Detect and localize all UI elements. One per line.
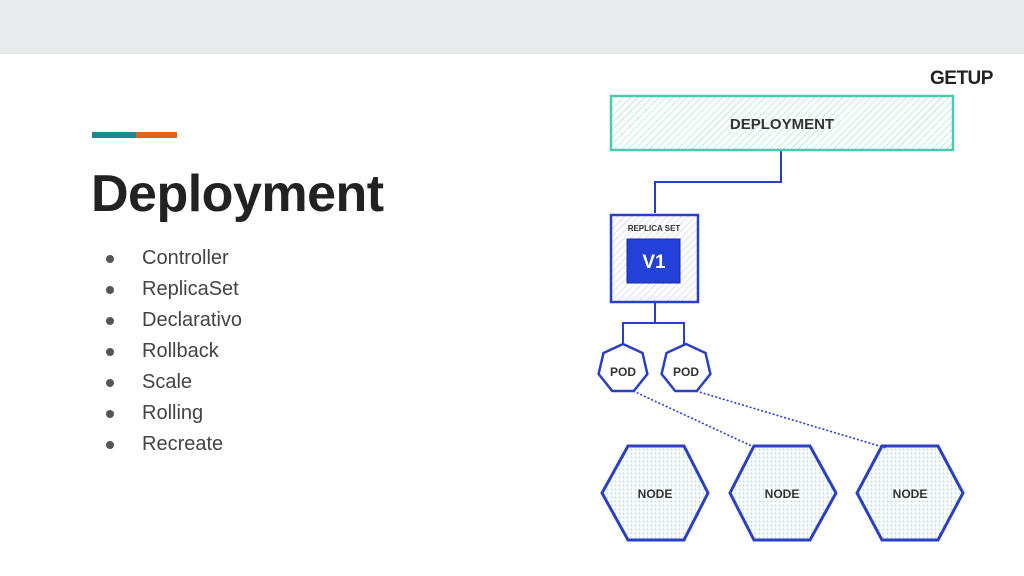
pod-label: POD <box>673 365 699 379</box>
bullet-dot-icon <box>106 285 114 294</box>
bullet-text: Rollback <box>142 340 219 362</box>
bullet-item: Controller <box>106 243 242 274</box>
deployment-label: DEPLOYMENT <box>730 116 834 133</box>
bullet-dot-icon <box>106 316 114 325</box>
bullet-dot-icon <box>106 378 114 387</box>
bullet-text: Recreate <box>142 433 224 455</box>
node-label: NODE <box>893 487 928 501</box>
node-2: NODE <box>728 444 838 542</box>
deployment-box: DEPLOYMENT <box>609 94 955 152</box>
bullet-item: ReplicaSet <box>106 274 242 305</box>
bullet-text: Scale <box>142 371 193 393</box>
bullet-text: Declarativo <box>142 309 243 331</box>
replicaset-box: REPLICA SET V1 <box>609 213 700 304</box>
accent-bar-orange <box>136 132 177 138</box>
pod-2: POD <box>660 342 712 393</box>
bullet-list: Controller ReplicaSet Declarativo Rollba… <box>106 243 242 460</box>
node-label: NODE <box>638 487 673 501</box>
bullet-item: Scale <box>106 367 242 398</box>
bullet-text: Controller <box>142 247 229 269</box>
bullet-item: Declarativo <box>106 305 242 336</box>
bullet-dot-icon <box>106 409 114 418</box>
accent-bar-teal <box>92 132 136 138</box>
top-bar <box>0 0 1024 54</box>
version-label: V1 <box>642 252 666 273</box>
node-1: NODE <box>600 444 710 542</box>
pod-1: POD <box>597 342 649 393</box>
bullet-text: Rolling <box>142 402 204 424</box>
node-label: NODE <box>765 487 800 501</box>
bullet-item: Rolling <box>106 398 242 429</box>
bullet-dot-icon <box>106 254 114 263</box>
bullet-text: ReplicaSet <box>142 278 239 300</box>
bullet-dot-icon <box>106 347 114 356</box>
bullet-item: Recreate <box>106 429 242 460</box>
slide-title: Deployment <box>91 165 384 223</box>
deployment-diagram: DEPLOYMENT REPLICA SET V1 POD POD NODE N… <box>597 94 965 542</box>
node-3: NODE <box>855 444 965 542</box>
bullet-item: Rollback <box>106 336 242 367</box>
pod-label: POD <box>610 365 636 379</box>
bullet-dot-icon <box>106 440 114 449</box>
pod-node-links <box>632 390 887 449</box>
replicaset-label: REPLICA SET <box>628 224 681 233</box>
getup-logo: GETUP <box>930 68 993 89</box>
